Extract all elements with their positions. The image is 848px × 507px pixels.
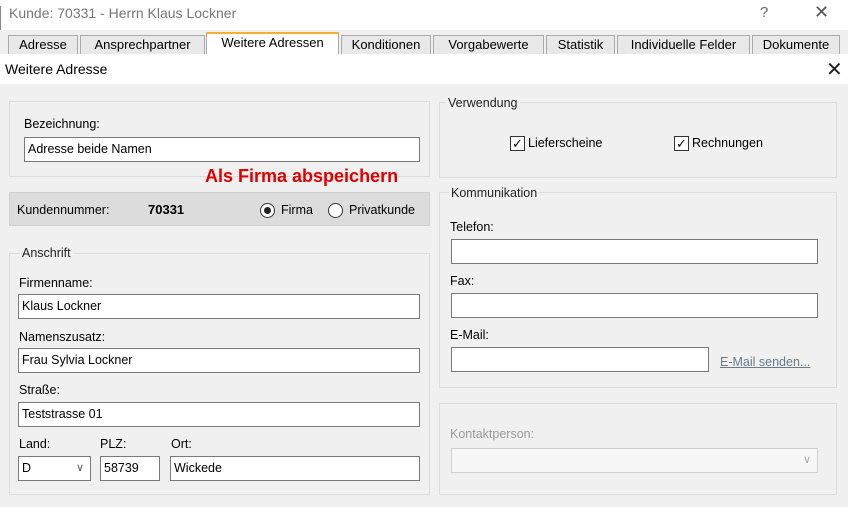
lieferscheine-label[interactable]: Lieferscheine [528,136,602,150]
firma-radio[interactable] [260,203,275,218]
telefon-input[interactable] [451,239,818,264]
fax-label: Fax: [450,274,475,288]
tab-dokumente[interactable]: Dokumente [752,35,840,54]
kontaktperson-label: Kontaktperson: [450,427,535,441]
kontaktperson-select[interactable]: ∨ [451,448,818,473]
annotation-text: Als Firma abspeichern [205,166,399,186]
rechnungen-label[interactable]: Rechnungen [692,136,763,150]
kommunikation-legend: Kommunikation [449,186,540,200]
land-label: Land: [19,437,51,451]
chevron-down-icon: ∨ [802,454,811,466]
window-title: Kunde: 70331 - Herrn Klaus Lockner [9,5,237,21]
window-titlebar: Kunde: 70331 - Herrn Klaus Lockner ? ✕ [0,0,848,36]
fax-input[interactable] [451,293,818,318]
tab-statistik[interactable]: Statistik [546,35,615,54]
kundennummer-value: 70331 [148,202,185,217]
dialog-header: Weitere Adresse ✕ [0,54,848,84]
lieferscheine-checkbox[interactable]: ✓ [510,136,525,151]
firmenname-label: Firmenname: [19,276,93,290]
ort-label: Ort: [171,437,192,451]
strasse-label: Straße: [19,383,60,397]
plz-input[interactable]: 58739 [100,456,160,481]
land-value: D [22,461,32,475]
tab-ansprechpartner[interactable]: Ansprechpartner [80,35,205,54]
land-select[interactable]: D ∨ [18,456,91,481]
plz-label: PLZ: [100,437,127,451]
help-button[interactable]: ? [760,4,768,21]
tab-adresse[interactable]: Adresse [8,35,78,54]
tab-individuelle-felder[interactable]: Individuelle Felder [617,35,750,54]
ort-input[interactable]: Wickede [170,456,420,481]
dialog-close-button[interactable]: ✕ [826,57,843,82]
rechnungen-checkbox[interactable]: ✓ [674,136,689,151]
bezeichnung-input[interactable]: Adresse beide Namen [24,137,420,162]
chevron-down-icon: ∨ [75,462,84,474]
namenszusatz-label: Namenszusatz: [19,330,106,344]
firmenname-input[interactable]: Klaus Lockner [18,294,420,319]
bezeichnung-label: Bezeichnung: [24,117,100,131]
tab-konditionen[interactable]: Konditionen [341,35,431,54]
namenszusatz-input[interactable]: Frau Sylvia Lockner [18,348,420,373]
email-label: E-Mail: [450,328,489,342]
telefon-label: Telefon: [450,220,494,234]
verwendung-group [439,102,837,178]
firma-radio-label[interactable]: Firma [281,203,313,217]
tab-bar: Adresse Ansprechpartner Weitere Adressen… [0,30,848,54]
strasse-input[interactable]: Teststrasse 01 [18,402,420,427]
weitere-adresse-dialog: Weitere Adresse ✕ Bezeichnung: Adresse b… [0,54,848,507]
privatkunde-radio-label[interactable]: Privatkunde [349,203,415,217]
tab-weitere-adressen[interactable]: Weitere Adressen [206,32,339,54]
email-send-link[interactable]: E-Mail senden... [720,355,810,369]
verwendung-legend: Verwendung [446,96,520,110]
privatkunde-radio[interactable] [328,203,343,218]
kundennummer-label: Kundennummer: [17,203,110,217]
email-input[interactable] [451,347,709,372]
anschrift-legend: Anschrift [20,246,73,260]
tab-vorgabewerte[interactable]: Vorgabewerte [433,35,544,54]
dialog-title: Weitere Adresse [5,61,108,77]
window-close-button[interactable]: ✕ [814,2,829,23]
